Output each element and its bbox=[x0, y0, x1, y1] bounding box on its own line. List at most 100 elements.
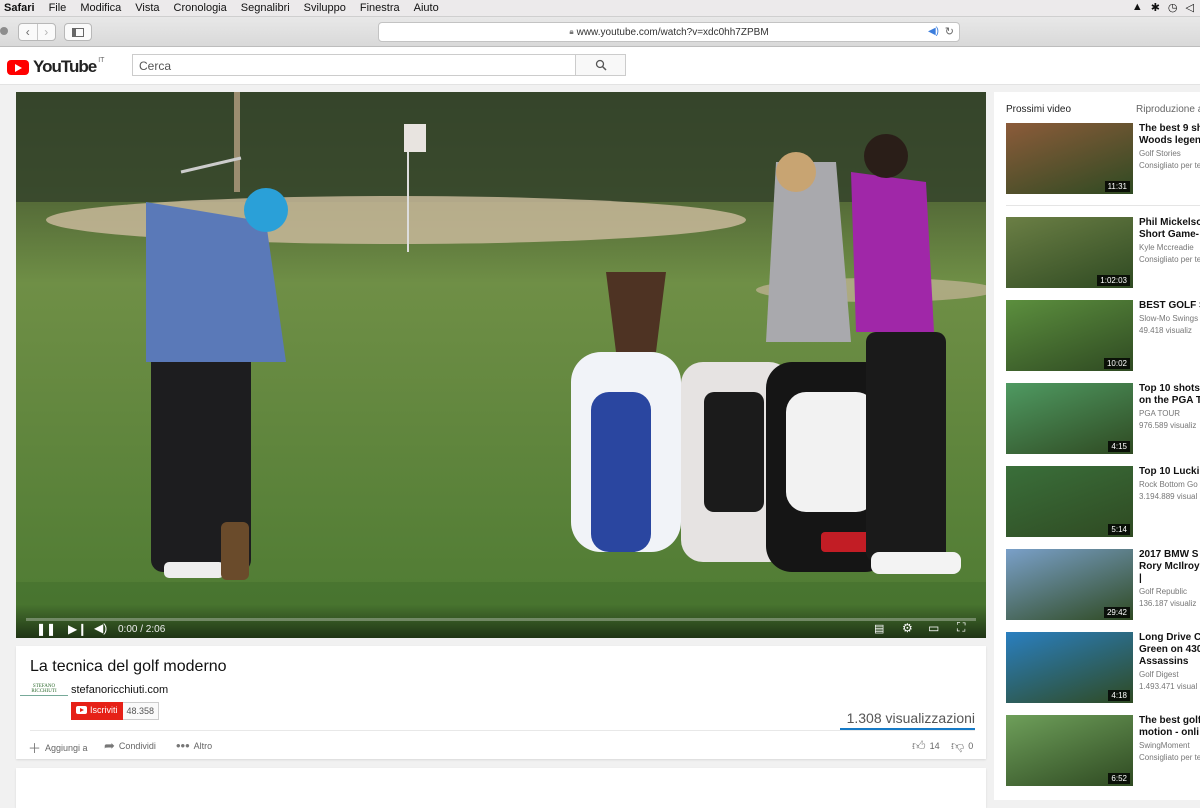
menu-cronologia[interactable]: Cronologia bbox=[167, 2, 234, 14]
menu-safari[interactable]: Safari bbox=[0, 2, 42, 14]
video-thumbnail[interactable]: 6:52 bbox=[1006, 715, 1133, 786]
like-count: 14 bbox=[929, 741, 940, 751]
video-thumbnail[interactable]: 4:15 bbox=[1006, 383, 1133, 454]
list-item[interactable]: 4:15 Top 10 shots on the PGA T PGA TOUR … bbox=[1006, 383, 1200, 455]
list-item[interactable]: 5:14 Top 10 Lucki Rock Bottom Go 3.194.8… bbox=[1006, 466, 1200, 538]
dislike-button[interactable]: 👎︎ 0 bbox=[951, 738, 973, 754]
list-item[interactable]: 4:18 Long Drive C Green on 430 Assassins… bbox=[1006, 632, 1200, 704]
video-title-line2[interactable]: motion - onli bbox=[1139, 727, 1200, 739]
menu-modifica[interactable]: Modifica bbox=[73, 2, 128, 14]
forward-button[interactable]: › bbox=[36, 24, 56, 40]
channel-name[interactable]: stefanoricchiuti.com bbox=[71, 684, 168, 696]
video-channel: Golf Stories bbox=[1139, 149, 1181, 158]
address-bar[interactable]: 🔒︎ www.youtube.com/watch?v=xdc0hh7ZPBM ◀… bbox=[378, 22, 960, 42]
menu-sviluppo[interactable]: Sviluppo bbox=[297, 2, 353, 14]
chevron-left-icon: ‹ bbox=[25, 25, 30, 39]
volume-icon[interactable]: ◁ bbox=[1186, 1, 1194, 14]
youtube-header: YouTube IT Cerca bbox=[0, 47, 1200, 85]
video-title-line3: Assassins bbox=[1139, 656, 1189, 667]
video-title[interactable]: The best 9 sh bbox=[1139, 123, 1200, 135]
youtube-logo[interactable]: YouTube IT bbox=[7, 57, 104, 77]
bluetooth-icon[interactable]: ✱ bbox=[1151, 1, 1160, 14]
video-title[interactable]: 2017 BMW S bbox=[1139, 549, 1200, 561]
list-item[interactable]: 6:52 The best golf motion - onli SwingMo… bbox=[1006, 715, 1200, 787]
share-button[interactable]: ➦ Condividi bbox=[104, 738, 156, 754]
fullscreen-icon[interactable]: ⛶ bbox=[957, 620, 965, 635]
related-videos-sidebar: Prossimi video Riproduzione a 11:31 The … bbox=[994, 92, 1200, 800]
pause-icon[interactable]: ❚❚ bbox=[36, 622, 56, 636]
subscribe-group: Iscriviti 48.358 bbox=[71, 702, 160, 720]
search-icon bbox=[595, 59, 607, 71]
plus-icon: ＋ bbox=[28, 741, 42, 756]
video-channel: SwingMoment bbox=[1139, 741, 1190, 750]
list-item[interactable]: 29:42 2017 BMW S Rory McIlroy | Golf Rep… bbox=[1006, 549, 1200, 621]
video-duration: 5:14 bbox=[1108, 524, 1130, 535]
video-title-line2[interactable]: on the PGA T bbox=[1139, 395, 1200, 407]
time-machine-icon[interactable]: ◷ bbox=[1168, 1, 1178, 14]
progress-bar[interactable] bbox=[26, 618, 976, 621]
video-title[interactable]: Top 10 shots bbox=[1139, 383, 1200, 395]
list-item[interactable]: 1:02:03 Phil Mickelso Short Game- Kyle M… bbox=[1006, 217, 1200, 289]
video-thumbnail[interactable]: 5:14 bbox=[1006, 466, 1133, 537]
channel-logo[interactable]: STEFANO RICCHIUTI bbox=[20, 684, 68, 696]
settings-icon[interactable]: ⚙ bbox=[902, 621, 913, 635]
menu-finestra[interactable]: Finestra bbox=[353, 2, 407, 14]
video-meta: 2017 BMW S Rory McIlroy | Golf Republic … bbox=[1139, 549, 1200, 609]
lock-icon: 🔒︎ bbox=[569, 27, 574, 36]
back-button[interactable]: ‹ bbox=[19, 24, 37, 40]
video-thumbnail[interactable]: 10:02 bbox=[1006, 300, 1133, 371]
video-title-line2[interactable]: Green on 430 bbox=[1139, 644, 1200, 656]
video-thumbnail[interactable]: 4:18 bbox=[1006, 632, 1133, 703]
video-duration: 11:31 bbox=[1104, 181, 1130, 192]
menu-file[interactable]: File bbox=[42, 2, 74, 14]
autoplay-label: Riproduzione a bbox=[1136, 104, 1200, 115]
window-control-dot[interactable] bbox=[0, 27, 8, 35]
speaker-icon[interactable]: ◀︎) bbox=[928, 26, 939, 37]
video-title[interactable]: The best golf bbox=[1139, 715, 1200, 727]
add-to-button[interactable]: ＋ Aggiungi a bbox=[28, 738, 88, 757]
list-item[interactable]: 10:02 BEST GOLF S Slow-Mo Swings 49.418 … bbox=[1006, 300, 1200, 372]
video-title[interactable]: BEST GOLF S bbox=[1139, 300, 1200, 312]
chevron-right-icon: › bbox=[44, 25, 49, 39]
like-button[interactable]: 👍︎ 14 bbox=[912, 738, 940, 754]
video-title-line3: | bbox=[1139, 573, 1142, 584]
list-item[interactable]: 11:31 The best 9 sh Woods legen Golf Sto… bbox=[1006, 123, 1200, 195]
video-meta: Long Drive C Green on 430 Assassins Golf… bbox=[1139, 632, 1200, 692]
video-title-line2[interactable]: Short Game- bbox=[1139, 229, 1200, 241]
video-stats: Consigliato per te bbox=[1139, 161, 1200, 170]
next-icon[interactable]: ▶❙ bbox=[68, 622, 87, 636]
menu-vista[interactable]: Vista bbox=[128, 2, 166, 14]
logo-text: YouTube bbox=[33, 57, 97, 76]
video-title[interactable]: Long Drive C bbox=[1139, 632, 1200, 644]
video-player[interactable]: ❚❚ ▶❙ ◀︎) 0:00 / 2:06 ▤ ⚙ ▭ ⛶ bbox=[16, 92, 986, 638]
video-duration: 4:15 bbox=[1108, 441, 1130, 452]
video-stats: 49.418 visualiz bbox=[1139, 326, 1192, 335]
video-thumbnail[interactable]: 1:02:03 bbox=[1006, 217, 1133, 288]
search-input[interactable]: Cerca bbox=[132, 54, 576, 76]
subscriber-count: 48.358 bbox=[122, 702, 160, 720]
more-button[interactable]: ••• Altro bbox=[176, 738, 212, 753]
theater-mode-icon[interactable]: ▭ bbox=[928, 621, 939, 635]
adobe-icon[interactable]: ▲ bbox=[1132, 1, 1143, 14]
video-title-line2[interactable]: Rory McIlroy bbox=[1139, 561, 1200, 573]
subtitles-icon[interactable]: ▤ bbox=[874, 622, 884, 635]
video-meta: Top 10 Lucki Rock Bottom Go 3.194.889 vi… bbox=[1139, 466, 1200, 502]
menu-segnalibri[interactable]: Segnalibri bbox=[234, 2, 297, 14]
view-count: 1.308 visualizzazioni bbox=[846, 710, 975, 726]
more-icon: ••• bbox=[176, 738, 190, 753]
video-thumbnail[interactable]: 11:31 bbox=[1006, 123, 1133, 194]
volume-icon[interactable]: ◀︎) bbox=[94, 621, 107, 635]
video-title[interactable]: Phil Mickelso bbox=[1139, 217, 1200, 229]
video-stats: Consigliato per te bbox=[1139, 255, 1200, 264]
more-label: Altro bbox=[193, 740, 213, 751]
video-channel: Slow-Mo Swings bbox=[1139, 314, 1199, 323]
search-button[interactable] bbox=[575, 54, 626, 76]
video-title[interactable]: Top 10 Lucki bbox=[1139, 466, 1200, 478]
sidebar-toggle-button[interactable] bbox=[64, 23, 92, 41]
menu-aiuto[interactable]: Aiuto bbox=[407, 2, 446, 14]
video-thumbnail[interactable]: 29:42 bbox=[1006, 549, 1133, 620]
subscribe-button[interactable]: Iscriviti bbox=[71, 702, 123, 720]
url-text: www.youtube.com/watch?v=xdc0hh7ZPBM bbox=[576, 26, 769, 38]
reload-icon[interactable]: ↻ bbox=[945, 25, 954, 38]
video-title-line2[interactable]: Woods legen bbox=[1139, 135, 1200, 147]
